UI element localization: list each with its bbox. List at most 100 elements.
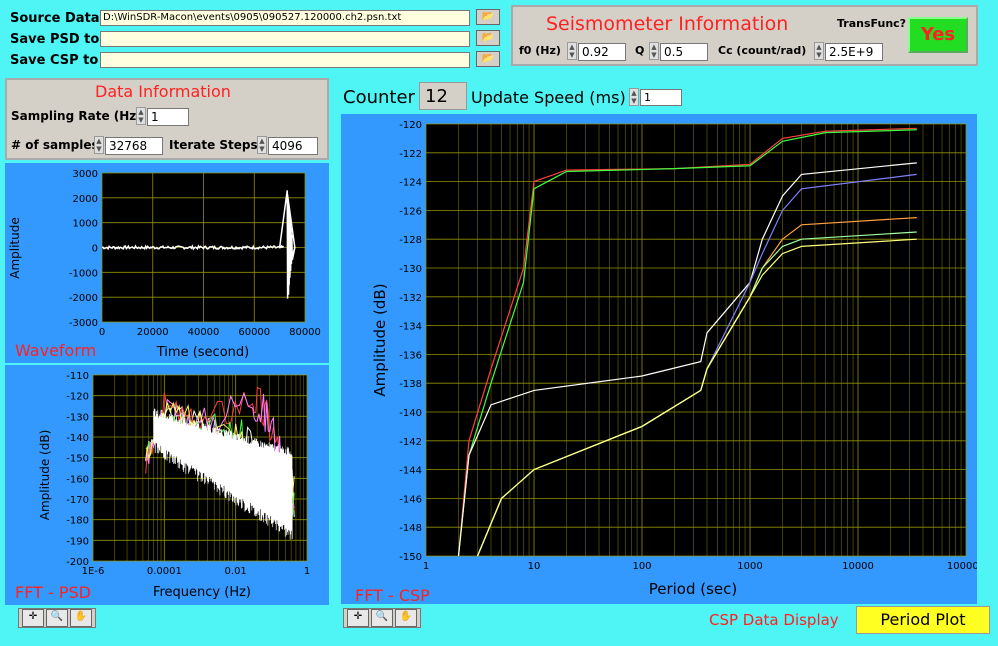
y-tick-label: -150 [66,454,89,465]
source-data-label: Source Data [10,11,100,26]
x-tick-label: 1E-6 [82,566,105,577]
csp-name: FFT - CSP [355,586,430,605]
y-tick-label: -124 [399,178,422,189]
x-tick-label: 1 [423,561,429,572]
samples-stepper[interactable]: ▲ ▼ [94,136,104,154]
x-tick-label: 60000 [238,327,270,338]
csp-graph-toolbar: ✛ 🔍 ✋ [343,608,421,628]
waveform-ylabel: Amplitude [8,217,22,279]
x-tick-label: 80000 [289,327,321,338]
psd-ylabel: Amplitude (dB) [38,430,52,521]
y-tick-label: -146 [399,494,422,505]
iterate-stepper[interactable]: ▲ ▼ [257,136,267,154]
waveform-name: Waveform [15,341,97,360]
samples-input[interactable]: 32768 [105,137,163,155]
y-tick-label: -170 [66,495,89,506]
y-tick-label: -160 [66,474,89,485]
y-tick-label: -144 [399,466,422,477]
counter-value: 12 [419,82,467,110]
y-tick-label: -122 [399,149,422,160]
seismometer-title: Seismometer Information [546,13,789,35]
y-tick-label: -140 [399,408,422,419]
y-tick-label: -132 [399,293,422,304]
y-tick-label: -138 [399,379,422,390]
psd-graph-toolbar: ✛ 🔍 ✋ [18,608,96,628]
y-tick-label: -128 [399,235,422,246]
csp-display-label: CSP Data Display [709,611,839,629]
y-tick-label: 2000 [73,194,98,205]
source-path-field[interactable]: D:\WinSDR-Macon\events\0905\090527.12000… [100,10,470,26]
y-tick-label: -1000 [69,268,98,279]
transfunc-toggle[interactable]: Yes [908,17,968,53]
counter-label: Counter [343,87,415,108]
crosshair-icon[interactable]: ✛ [22,609,44,627]
y-tick-label: -130 [66,412,89,423]
pan-hand-icon[interactable]: ✋ [70,609,92,627]
cc-label: Cc (count/rad) [718,44,807,57]
crosshair-icon[interactable]: ✛ [347,609,369,627]
pan-hand-icon[interactable]: ✋ [395,609,417,627]
x-tick-label: 100 [632,561,651,572]
q-input[interactable]: 0.5 [660,43,708,61]
samples-label: # of samples [11,138,99,152]
zoom-icon[interactable]: 🔍 [371,609,393,627]
psd-name: FFT - PSD [15,583,91,602]
y-tick-label: -140 [66,433,89,444]
waveform-panel: 3000 2000 1000 0 -1000 -2000 -3000 0 20000 40000… [5,163,329,363]
y-tick-label: -2000 [69,293,98,304]
sampling-rate-input[interactable]: 1 [147,108,189,126]
y-tick-label: -126 [399,206,422,217]
x-tick-label: 10000 [842,561,874,572]
x-tick-label: 10 [528,561,541,572]
update-speed-input[interactable]: 1 [640,89,682,106]
x-tick-label: 40000 [188,327,220,338]
q-label: Q [635,44,645,57]
x-tick-label: 1 [304,566,310,577]
csp-browse-button[interactable]: 📂 [476,51,500,67]
q-stepper[interactable]: ▲ ▼ [649,42,659,60]
y-tick-label: -120 [66,392,89,403]
csp-path-field[interactable] [100,52,470,68]
waveform-chart: 3000 2000 1000 0 -1000 -2000 -3000 0 20000 40000… [8,169,321,360]
iterate-input[interactable]: 4096 [268,137,318,155]
psd-path-field[interactable] [100,31,470,47]
folder-icon: 📂 [481,32,495,43]
csp-ylabel: Amplitude (dB) [371,283,389,396]
f0-input[interactable]: 0.92 [578,43,626,61]
csp-panel: -120 -122 -124 -126 -128 -130 -132 -134 -136 -138… [341,114,977,605]
data-info-panel: Data Information Sampling Rate (Hz) ▲ ▼ 1… [5,78,329,160]
save-psd-label: Save PSD to [10,32,100,47]
sampling-rate-stepper[interactable]: ▲ ▼ [136,107,146,125]
y-tick-label: -148 [399,523,422,534]
cc-stepper[interactable]: ▲ ▼ [814,42,824,60]
psd-xlabel: Frequency (Hz) [153,585,251,600]
csp-chart: -120 -122 -124 -126 -128 -130 -132 -134 -136 -138… [371,120,977,598]
update-speed-label: Update Speed (ms) [471,88,626,107]
csp-xlabel: Period (sec) [649,580,738,598]
y-tick-label: -190 [66,536,89,547]
y-tick-label: -136 [399,350,422,361]
psd-browse-button[interactable]: 📂 [476,30,500,46]
y-tick-label: 0 [92,244,98,255]
source-browse-button[interactable]: 📂 [476,9,500,25]
cc-input[interactable]: 2.5E+9 [825,43,883,61]
y-tick-label: -134 [399,322,422,333]
y-tick-label: -180 [66,516,89,527]
y-tick-label: -150 [399,552,422,563]
x-tick-label: 0 [99,327,105,338]
x-tick-label: 0.0001 [147,566,182,577]
sampling-rate-label: Sampling Rate (Hz) [11,109,142,123]
save-csp-label: Save CSP to [10,53,99,68]
zoom-icon[interactable]: 🔍 [46,609,68,627]
f0-label: f0 (Hz) [519,44,561,57]
update-speed-stepper[interactable]: ▲ ▼ [629,88,639,106]
f0-stepper[interactable]: ▲ ▼ [567,42,577,60]
x-tick-label: 20000 [137,327,169,338]
waveform-xlabel: Time (second) [156,345,249,360]
y-tick-label: -110 [66,371,89,382]
iterate-label: Iterate Steps [169,138,258,152]
csp-display-select[interactable]: Period Plot [856,606,990,634]
folder-icon: 📂 [481,53,495,64]
y-tick-label: -120 [399,120,422,131]
psd-chart: -110-120-130-140-150-160-170-180-190-200… [38,371,310,600]
